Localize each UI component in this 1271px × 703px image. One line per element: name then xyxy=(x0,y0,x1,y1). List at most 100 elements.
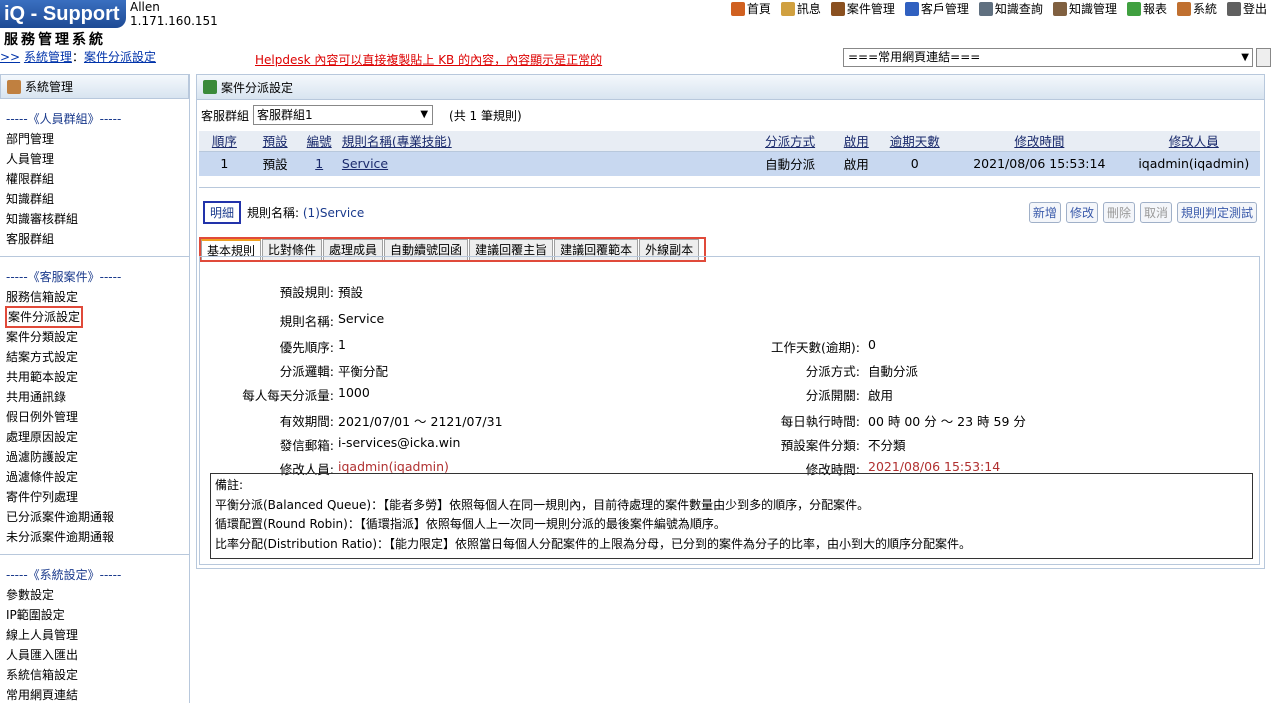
sidebar-item[interactable]: 客服群組 xyxy=(0,229,189,249)
sidebar-item[interactable]: 結案方式設定 xyxy=(0,347,189,367)
field-label-switch: 分派開關: xyxy=(805,388,860,403)
nav-item-report[interactable]: 報表 xyxy=(1126,0,1167,17)
sidebar-item[interactable]: 人員匯入匯出 xyxy=(0,645,189,665)
quick-links-button[interactable] xyxy=(1256,48,1271,67)
action-button[interactable]: 規則判定測試 xyxy=(1176,202,1257,223)
notice-link[interactable]: Helpdesk 內容可以直接複製貼上 KB 的內容，內容顯示是正常的 xyxy=(255,51,602,68)
sidebar-item[interactable]: 線上人員管理 xyxy=(0,625,189,645)
field-label-category: 預設案件分類: xyxy=(780,438,860,453)
sidebar-item[interactable]: 案件分派設定 xyxy=(0,306,189,328)
book-icon xyxy=(1052,1,1067,16)
breadcrumb-separator: ： xyxy=(71,50,84,64)
table-header-cell[interactable]: 編號 xyxy=(300,131,338,152)
sidebar-item-label: 過濾條件設定 xyxy=(6,470,79,484)
nav-item-case[interactable]: 案件管理 xyxy=(830,0,895,17)
table-header-cell[interactable]: 逾期天數 xyxy=(878,131,952,152)
sidebar-item[interactable]: 服務信箱設定 xyxy=(0,287,189,307)
sidebar-item[interactable]: 案件分類設定 xyxy=(0,327,189,347)
sidebar-item[interactable]: 部門管理 xyxy=(0,129,189,149)
nav-item-logout[interactable]: 登出 xyxy=(1226,0,1267,17)
table-header-cell[interactable]: 修改時間 xyxy=(951,131,1128,152)
field-value-default_rule: 預設 xyxy=(338,285,364,300)
action-button[interactable]: 刪除 xyxy=(1102,202,1135,223)
sidebar-item[interactable]: 參數設定 xyxy=(0,585,189,605)
sidebar-item-label: 共用範本設定 xyxy=(6,370,79,384)
top-header: iQ - Support Allen 1.171.160.151 服務管理系統 … xyxy=(0,0,1271,72)
sidebar-item-label: 部門管理 xyxy=(6,132,55,146)
action-button[interactable]: 新增 xyxy=(1028,202,1061,223)
system-name: 服務管理系統 xyxy=(4,32,106,48)
table-header-cell[interactable]: 修改人員 xyxy=(1127,131,1260,152)
sidebar-header: 系統管理 xyxy=(0,74,189,99)
sidebar-item[interactable]: 已分派案件逾期通報 xyxy=(0,507,189,527)
sidebar-item-label: 人員匯入匯出 xyxy=(6,648,79,662)
settings-icon xyxy=(7,79,21,94)
nav-item-book[interactable]: 知識管理 xyxy=(1052,0,1117,17)
field-value-method: 自動分派 xyxy=(868,364,919,379)
field-value-editor: iqadmin(iqadmin) xyxy=(338,459,449,474)
sidebar-item[interactable]: 知識群組 xyxy=(0,189,189,209)
breadcrumb-item-system[interactable]: 系統管理 xyxy=(24,50,72,64)
nav-label: 知識查詢 xyxy=(994,2,1043,16)
sidebar-title: 系統管理 xyxy=(25,80,74,94)
sidebar-item[interactable]: IP範圍設定 xyxy=(0,605,189,625)
sidebar-item[interactable]: 假日例外管理 xyxy=(0,407,189,427)
nav-item-home[interactable]: 首頁 xyxy=(730,0,771,17)
sidebar-item[interactable]: 知識審核群組 xyxy=(0,209,189,229)
nav-item-search[interactable]: 知識查詢 xyxy=(978,0,1043,17)
nav-label: 首頁 xyxy=(746,2,771,16)
field-value-workdays: 0 xyxy=(868,337,876,352)
sidebar-item[interactable]: 系統信箱設定 xyxy=(0,665,189,685)
sidebar-item[interactable]: 未分派案件逾期通報 xyxy=(0,527,189,547)
field-label-mailbox: 發信郵箱: xyxy=(279,438,334,453)
sidebar-item[interactable]: 權限群組 xyxy=(0,169,189,189)
table-cell[interactable]: Service xyxy=(337,151,746,176)
action-button[interactable]: 取消 xyxy=(1139,202,1172,223)
tab-content: 預設規則: 預設 規則名稱: Service 優先順序: 1 工作天數(逾期): 0 分派邏輯:… xyxy=(199,256,1260,565)
breadcrumb-prefix[interactable]: >> xyxy=(0,50,20,64)
case-icon xyxy=(830,1,845,16)
group-select[interactable]: 客服群組1 ▼ xyxy=(253,105,434,125)
group-select-value: 客服群組1 xyxy=(257,108,313,122)
table-header-cell[interactable]: 規則名稱(專業技能) xyxy=(337,131,746,152)
table-header-row: 順序 預設 編號 規則名稱(專業技能) 分派方式 啟用 逾期天數 修改時間 修改人員 xyxy=(199,131,1260,152)
field-value-rule_name: Service xyxy=(338,311,385,326)
table-cell[interactable]: 1 xyxy=(300,151,338,176)
breadcrumb-item-current[interactable]: 案件分派設定 xyxy=(84,50,156,64)
sidebar-item[interactable]: 人員管理 xyxy=(0,149,189,169)
table-header-cell[interactable]: 預設 xyxy=(249,131,301,152)
table-header-cell[interactable]: 分派方式 xyxy=(745,131,835,152)
sidebar-item-label: 已分派案件逾期通報 xyxy=(6,510,115,524)
breadcrumb: >> 系統管理：案件分派設定 xyxy=(0,48,156,65)
nav-label: 系統 xyxy=(1192,2,1217,16)
action-buttons: 新增 修改 刪除 取消 規則判定測試 xyxy=(1028,202,1257,223)
chevron-down-icon: ▼ xyxy=(420,109,429,120)
top-nav: 首頁 訊息 案件管理 客戶管理 知識查詢 知識管理 報表 系統 登出 xyxy=(730,0,1267,17)
table-row[interactable]: 1 預設 1 Service 自動分派 啟用 0 2021/08/06 15:53:14 iqa… xyxy=(199,151,1260,176)
sidebar-item-label: 常用網頁連結 xyxy=(6,688,79,702)
sidebar-item-label: 假日例外管理 xyxy=(6,410,79,424)
sidebar-item-label: 線上人員管理 xyxy=(6,628,79,642)
sidebar-item[interactable]: 過濾條件設定 xyxy=(0,467,189,487)
field-value-daily_time: 00 時 00 分 ～ 23 時 59 分 xyxy=(868,414,1026,429)
detail-button[interactable]: 明細 xyxy=(203,201,242,224)
sidebar-item[interactable]: 過濾防護設定 xyxy=(0,447,189,467)
table-header-cell[interactable]: 順序 xyxy=(199,131,250,152)
sidebar-item[interactable]: 常用網頁連結 xyxy=(0,685,189,703)
table-header-cell[interactable]: 啟用 xyxy=(834,131,879,152)
sidebar-item[interactable]: 共用通訊錄 xyxy=(0,387,189,407)
sidebar-divider xyxy=(0,256,189,257)
action-button[interactable]: 修改 xyxy=(1065,202,1098,223)
nav-item-system[interactable]: 系統 xyxy=(1176,0,1217,17)
nav-item-mail[interactable]: 訊息 xyxy=(780,0,821,17)
customer-icon xyxy=(904,1,919,16)
sidebar-item[interactable]: 寄件佇列處理 xyxy=(0,487,189,507)
quick-links-select[interactable]: ===常用網頁連結=== ▼ xyxy=(843,48,1253,67)
sidebar: 系統管理 -----《人員群組》----- 部門管理 人員管理 權限群組 知識群組 知識審… xyxy=(0,74,190,703)
sidebar-item[interactable]: 處理原因設定 xyxy=(0,427,189,447)
nav-item-customer[interactable]: 客戶管理 xyxy=(904,0,969,17)
field-value-period: 2021/07/01 ～ 2121/07/31 xyxy=(338,414,503,429)
home-icon xyxy=(730,1,745,16)
sidebar-item[interactable]: 共用範本設定 xyxy=(0,367,189,387)
field-label-rule_name: 規則名稱: xyxy=(279,314,334,329)
